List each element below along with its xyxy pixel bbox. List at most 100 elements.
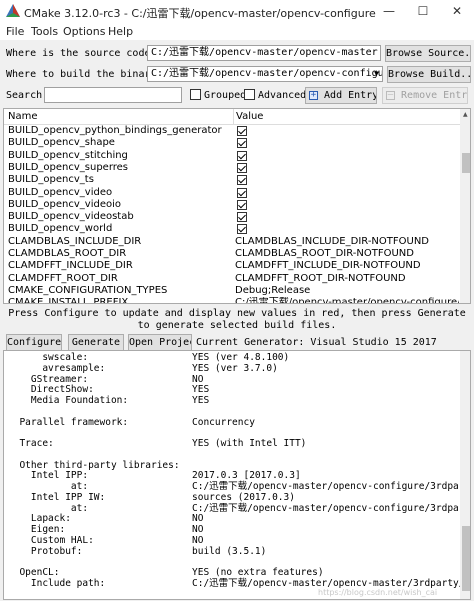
- menu-tools[interactable]: Tools: [31, 25, 58, 38]
- table-row[interactable]: CMAKE_INSTALL_PREFIX C:/迅雷下载/opencv-maste…: [4, 297, 460, 303]
- source-path-input[interactable]: C:/迅雷下载/opencv-master/opencv-master: [147, 45, 381, 61]
- cell-value[interactable]: CLAMDFFT_INCLUDE_DIR-NOTFOUND: [235, 260, 459, 272]
- cell-name: CLAMDFFT_ROOT_DIR: [8, 272, 118, 284]
- grouped-checkbox[interactable]: [190, 89, 201, 100]
- table-scrollbar[interactable]: [460, 109, 470, 303]
- output-value: C:/迅雷下载/opencv-master/opencv-configure/3…: [192, 502, 465, 514]
- cell-value[interactable]: C:/迅雷下载/opencv-master/opencv-configure/i: [235, 297, 459, 303]
- output-line: Trace: YES (with Intel ITT): [4, 438, 460, 450]
- cell-name: CLAMDBLAS_INCLUDE_DIR: [8, 235, 142, 247]
- cell-name: BUILD_opencv_ts: [8, 174, 94, 186]
- browse-build-button[interactable]: Browse Build...: [387, 66, 471, 83]
- cell-name: BUILD_opencv_videoio: [8, 198, 121, 210]
- output-key: Parallel framework:: [8, 416, 129, 428]
- advanced-label: Advanced: [258, 90, 307, 101]
- current-generator-text: Current Generator: Visual Studio 15 2017: [196, 337, 437, 348]
- build-path-combo[interactable]: C:/迅雷下载/opencv-master/opencv-configure ▼: [147, 66, 383, 82]
- add-entry-button[interactable]: + Add Entry: [305, 87, 377, 104]
- cell-name: BUILD_opencv_python_bindings_generator: [8, 125, 222, 136]
- table-row[interactable]: BUILD_opencv_shape: [4, 137, 460, 149]
- output-key: Custom HAL:: [8, 534, 94, 546]
- cell-value[interactable]: Debug;Release: [235, 285, 459, 297]
- output-value: Concurrency: [192, 416, 255, 428]
- table-row[interactable]: CLAMDFFT_INCLUDE_DIR CLAMDFFT_INCLUDE_DIR…: [4, 260, 460, 272]
- output-scrollbar-thumb[interactable]: [462, 526, 470, 591]
- output-line: Parallel framework: Concurrency: [4, 416, 460, 429]
- value-checkbox[interactable]: [237, 138, 247, 149]
- menu-help[interactable]: Help: [108, 25, 133, 38]
- cell-name: CMAKE_CONFIGURATION_TYPES: [8, 284, 168, 296]
- table-row[interactable]: CLAMDFFT_ROOT_DIR CLAMDFFT_ROOT_DIR-NOTFO…: [4, 273, 460, 285]
- output-key: Intel IPP IW:: [8, 491, 106, 503]
- cache-table[interactable]: Name Value BUILD_opencv_python_bindings_…: [3, 108, 471, 304]
- configure-button[interactable]: Configure: [6, 334, 62, 351]
- output-lines: swscale: YES (ver 4.8.100) avresample: YES…: [4, 352, 464, 599]
- output-key: Media Foundation:: [8, 395, 129, 406]
- menu-file[interactable]: File: [6, 25, 24, 38]
- table-row[interactable]: BUILD_opencv_world: [4, 223, 460, 235]
- title-bar[interactable]: CMake 3.12.0-rc3 - C:/迅雷下载/opencv-master…: [0, 0, 474, 22]
- table-row[interactable]: BUILD_opencv_ts: [4, 174, 460, 186]
- remove-entry-button[interactable]: – Remove Entry: [382, 87, 468, 104]
- column-divider[interactable]: [233, 109, 234, 125]
- output-log[interactable]: swscale: YES (ver 4.8.100) avresample: YES…: [3, 350, 471, 600]
- table-row[interactable]: BUILD_opencv_videostab: [4, 211, 460, 223]
- value-checkbox[interactable]: [237, 224, 247, 235]
- table-row[interactable]: BUILD_opencv_superres: [4, 162, 460, 174]
- value-checkbox[interactable]: [237, 162, 247, 173]
- search-input[interactable]: [44, 87, 182, 103]
- minus-icon: –: [386, 89, 395, 100]
- minimize-icon[interactable]: —: [372, 0, 406, 22]
- plus-icon: +: [309, 89, 318, 100]
- search-label: Search:: [6, 90, 49, 101]
- value-checkbox[interactable]: [237, 187, 247, 198]
- cell-name: BUILD_opencv_stitching: [8, 149, 128, 161]
- column-header-name[interactable]: Name: [8, 111, 38, 122]
- chevron-down-icon[interactable]: ▼: [374, 67, 379, 81]
- value-checkbox[interactable]: [237, 199, 247, 210]
- output-value: NO: [192, 534, 204, 546]
- value-checkbox[interactable]: [237, 126, 247, 136]
- advanced-checkbox[interactable]: [244, 89, 255, 100]
- output-line: Media Foundation: YES: [4, 395, 460, 407]
- output-line: Lapack: NO: [4, 514, 460, 525]
- output-line: Custom HAL: NO: [4, 534, 460, 547]
- table-row[interactable]: CMAKE_CONFIGURATION_TYPES Debug;Release: [4, 285, 460, 297]
- browse-source-button[interactable]: Browse Source...: [385, 45, 471, 62]
- cell-name: CLAMDBLAS_ROOT_DIR: [8, 248, 127, 259]
- cell-value[interactable]: CLAMDFFT_ROOT_DIR-NOTFOUND: [235, 273, 459, 285]
- output-value: YES (with Intel ITT): [192, 438, 307, 449]
- generate-button[interactable]: Generate: [68, 334, 124, 351]
- cell-value[interactable]: CLAMDBLAS_INCLUDE_DIR-NOTFOUND: [235, 236, 459, 248]
- output-value: YES: [192, 395, 210, 406]
- output-value: sources (2017.0.3): [192, 491, 295, 503]
- output-value: YES (ver 3.7.0): [192, 362, 278, 374]
- table-scrollbar-thumb[interactable]: [462, 153, 470, 173]
- value-checkbox[interactable]: [237, 150, 247, 161]
- table-row[interactable]: CLAMDBLAS_INCLUDE_DIR CLAMDBLAS_INCLUDE_D…: [4, 236, 460, 248]
- table-row[interactable]: BUILD_opencv_stitching: [4, 150, 460, 162]
- close-icon[interactable]: ✕: [440, 0, 474, 22]
- menu-options[interactable]: Options: [63, 25, 105, 38]
- table-row[interactable]: CLAMDBLAS_ROOT_DIR CLAMDBLAS_ROOT_DIR-NOT…: [4, 248, 460, 260]
- output-key: Include path:: [8, 577, 106, 589]
- table-row[interactable]: BUILD_opencv_video: [4, 187, 460, 199]
- table-header: Name Value: [4, 109, 460, 125]
- cell-name: BUILD_opencv_shape: [8, 137, 115, 149]
- open-project-button[interactable]: Open Project: [128, 334, 192, 351]
- column-header-value[interactable]: Value: [236, 111, 263, 122]
- cmake-logo-icon: [6, 4, 20, 17]
- value-checkbox[interactable]: [237, 212, 247, 223]
- window-title: CMake 3.12.0-rc3 - C:/迅雷下载/opencv-master…: [24, 7, 376, 20]
- table-row[interactable]: BUILD_opencv_videoio: [4, 199, 460, 211]
- scroll-up-icon[interactable]: ▲: [463, 111, 468, 118]
- output-line: avresample: YES (ver 3.7.0): [4, 362, 460, 375]
- value-checkbox[interactable]: [237, 175, 247, 186]
- table-row[interactable]: BUILD_opencv_python_bindings_generator: [4, 125, 460, 137]
- maximize-icon[interactable]: ☐: [406, 0, 440, 22]
- cell-name: BUILD_opencv_video: [8, 186, 113, 198]
- menu-bar: File Tools Options Help: [0, 22, 474, 40]
- cell-value[interactable]: CLAMDBLAS_ROOT_DIR-NOTFOUND: [235, 248, 459, 260]
